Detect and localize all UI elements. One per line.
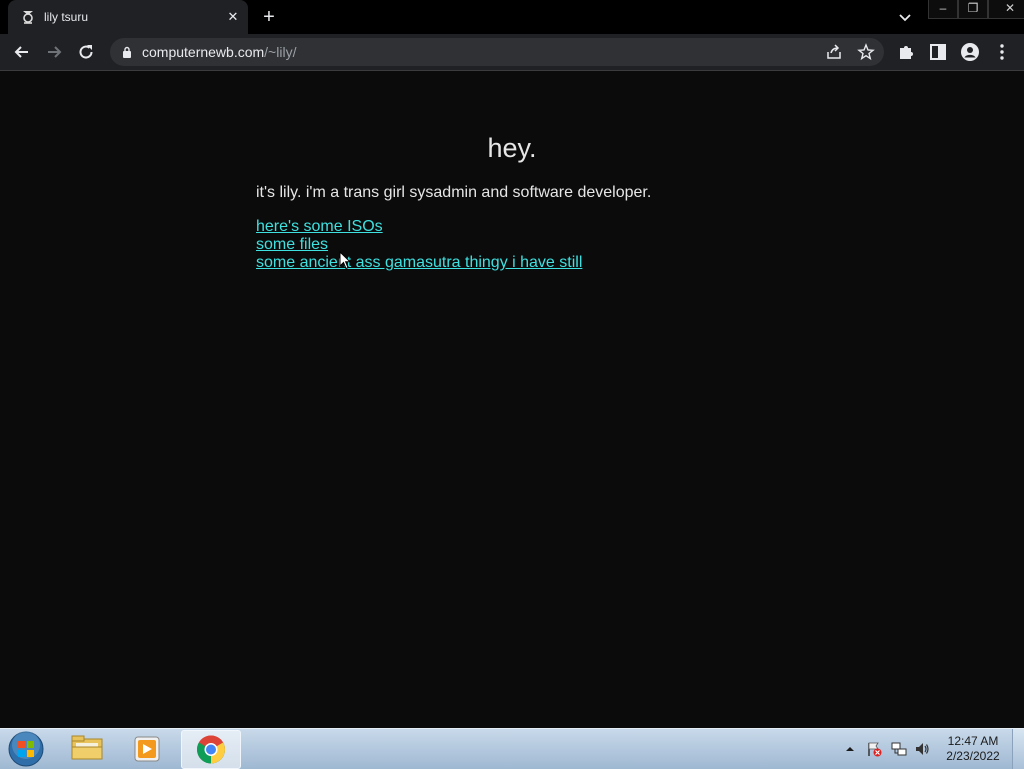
action-center-flag-icon[interactable] xyxy=(866,741,882,757)
start-orb-icon[interactable] xyxy=(7,730,45,768)
reload-icon[interactable] xyxy=(76,42,96,62)
extensions-puzzle-icon[interactable] xyxy=(896,42,916,62)
tab-favicon-icon xyxy=(23,11,33,24)
forward-arrow-icon[interactable] xyxy=(44,42,64,62)
back-arrow-icon[interactable] xyxy=(12,42,32,62)
tab-strip: lily tsuru ✕ + – ❐ ✕ xyxy=(0,0,1024,34)
browser-toolbar: computernewb.com/~lily/ xyxy=(0,34,1024,71)
address-bar[interactable]: computernewb.com/~lily/ xyxy=(110,38,884,66)
intro-text: it's lily. i'm a trans girl sysadmin and… xyxy=(256,184,652,201)
window-controls: – ❐ ✕ xyxy=(928,0,1024,20)
profile-avatar-icon[interactable] xyxy=(960,42,980,62)
network-icon[interactable] xyxy=(891,741,907,757)
url-path: /~lily/ xyxy=(264,44,297,60)
mouse-cursor-icon xyxy=(339,251,351,270)
chrome-icon[interactable] xyxy=(181,730,241,769)
new-tab-button[interactable]: + xyxy=(259,7,279,27)
isos-link[interactable]: here's some ISOs xyxy=(256,218,582,236)
windows-explorer-icon[interactable] xyxy=(58,730,116,767)
url-host: computernewb.com xyxy=(142,44,265,60)
tab-title: lily tsuru xyxy=(44,10,89,24)
clock-time: 12:47 AM xyxy=(947,734,999,748)
browser-tab[interactable]: lily tsuru ✕ xyxy=(8,0,248,34)
tab-search-chevron-icon[interactable] xyxy=(896,8,914,26)
files-link[interactable]: some files xyxy=(256,236,582,254)
windows-taskbar: 12:47 AM 2/23/2022 xyxy=(0,728,1024,769)
gamasutra-link[interactable]: some ancient ass gamasutra thingy i have… xyxy=(256,254,582,272)
clock-date: 2/23/2022 xyxy=(946,749,1000,763)
link-list: here's some ISOs some files some ancient… xyxy=(256,218,582,272)
system-clock[interactable]: 12:47 AM 2/23/2022 xyxy=(940,734,1006,764)
media-player-icon[interactable] xyxy=(118,730,176,767)
tab-close-icon[interactable]: ✕ xyxy=(224,8,242,26)
volume-icon[interactable] xyxy=(914,741,930,757)
page-heading: hey. xyxy=(487,133,537,163)
share-icon[interactable] xyxy=(825,43,843,61)
restore-button[interactable]: ❐ xyxy=(958,0,988,19)
side-panel-icon[interactable] xyxy=(928,42,948,62)
show-desktop-button[interactable] xyxy=(1012,729,1024,769)
close-window-button[interactable]: ✕ xyxy=(988,0,1024,19)
web-page: hey. it's lily. i'm a trans girl sysadmi… xyxy=(0,71,1024,728)
lock-icon xyxy=(123,46,131,58)
menu-kebab-icon[interactable] xyxy=(992,42,1012,62)
minimize-button[interactable]: – xyxy=(928,0,958,19)
url-text[interactable]: computernewb.com/~lily/ xyxy=(142,44,296,60)
show-hidden-icons-arrow-icon[interactable] xyxy=(843,741,857,757)
bookmark-star-icon[interactable] xyxy=(857,43,875,61)
